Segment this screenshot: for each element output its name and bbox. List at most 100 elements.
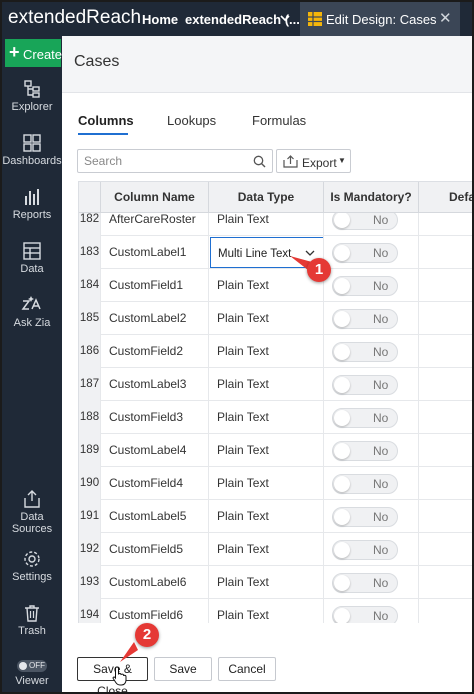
toggle-knob	[334, 443, 350, 459]
data-type-cell[interactable]: Plain Text	[209, 302, 324, 335]
default-cell[interactable]	[419, 401, 472, 434]
chevron-down-icon[interactable]	[279, 10, 291, 29]
column-name-cell[interactable]: CustomField1	[101, 269, 209, 302]
search-icon[interactable]	[253, 155, 266, 168]
tab-lookups[interactable]: Lookups	[167, 113, 216, 128]
create-button[interactable]: + Create	[5, 39, 62, 67]
mandatory-toggle[interactable]: No	[332, 342, 398, 362]
data-type-cell[interactable]: Plain Text	[209, 335, 324, 368]
data-type-cell[interactable]: Plain Text	[209, 434, 324, 467]
table-row[interactable]: 189 CustomLabel4 Plain Text No	[79, 434, 472, 467]
app-name[interactable]: extendedReach	[8, 7, 141, 29]
mandatory-toggle[interactable]: No	[332, 474, 398, 494]
search-input[interactable]	[84, 153, 244, 169]
data-type-cell[interactable]: Plain Text	[209, 467, 324, 500]
row-number: 186	[79, 335, 101, 368]
column-name-cell[interactable]: CustomLabel6	[101, 566, 209, 599]
table-row[interactable]: 194 CustomField6 Plain Text No	[79, 599, 472, 623]
data-type-cell[interactable]: Plain Text	[209, 368, 324, 401]
data-type-cell[interactable]: Plain Text	[209, 599, 324, 623]
table-row[interactable]: 193 CustomLabel6 Plain Text No	[79, 566, 472, 599]
column-name-cell[interactable]: CustomField6	[101, 599, 209, 623]
default-cell[interactable]	[419, 368, 472, 401]
header-data-type[interactable]: Data Type	[209, 182, 324, 213]
table-row[interactable]: 188 CustomField3 Plain Text No	[79, 401, 472, 434]
sidebar-item-dashboards[interactable]: Dashboards	[2, 134, 62, 167]
mandatory-toggle[interactable]: No	[332, 573, 398, 593]
tab-home[interactable]: Home	[142, 12, 178, 27]
export-button[interactable]: Export ▼	[276, 149, 351, 173]
data-type-cell[interactable]: Plain Text	[209, 533, 324, 566]
row-number: 184	[79, 269, 101, 302]
column-name-cell[interactable]: CustomLabel2	[101, 302, 209, 335]
default-cell[interactable]	[419, 213, 472, 236]
table-row[interactable]: 192 CustomField5 Plain Text No	[79, 533, 472, 566]
table-row[interactable]: 191 CustomLabel5 Plain Text No	[79, 500, 472, 533]
mandatory-toggle[interactable]: No	[332, 441, 398, 461]
default-cell[interactable]	[419, 269, 472, 302]
table-row[interactable]: 182 AfterCareRoster Plain Text No	[79, 213, 472, 236]
default-cell[interactable]	[419, 236, 472, 269]
default-cell[interactable]	[419, 335, 472, 368]
mandatory-toggle[interactable]: No	[332, 243, 398, 263]
data-type-cell[interactable]: Plain Text	[209, 566, 324, 599]
column-name-cell[interactable]: CustomField5	[101, 533, 209, 566]
column-name-cell[interactable]: CustomField2	[101, 335, 209, 368]
cancel-button[interactable]: Cancel	[218, 657, 276, 681]
table-row[interactable]: 184 CustomField1 Plain Text No	[79, 269, 472, 302]
table-row[interactable]: 185 CustomLabel2 Plain Text No	[79, 302, 472, 335]
sidebar-item-ask-zia[interactable]: Ask Zia	[2, 296, 62, 329]
sidebar-item-data[interactable]: Data	[2, 242, 62, 275]
sidebar-item-explorer[interactable]: Explorer	[2, 80, 62, 113]
mandatory-toggle[interactable]: No	[332, 408, 398, 428]
mandatory-toggle[interactable]: No	[332, 507, 398, 527]
data-type-cell[interactable]: Plain Text	[209, 500, 324, 533]
search-box[interactable]	[77, 149, 273, 173]
mandatory-toggle[interactable]: No	[332, 540, 398, 560]
tab-columns[interactable]: Columns	[78, 113, 134, 128]
header-column-name[interactable]: Column Name	[101, 182, 209, 213]
column-name-cell[interactable]: CustomLabel5	[101, 500, 209, 533]
sidebar-item-data-sources[interactable]: Data Sources	[2, 490, 62, 535]
table-row[interactable]: 186 CustomField2 Plain Text No	[79, 335, 472, 368]
column-name-cell[interactable]: AfterCareRoster	[101, 213, 209, 236]
default-cell[interactable]	[419, 566, 472, 599]
default-cell[interactable]	[419, 533, 472, 566]
default-cell[interactable]	[419, 434, 472, 467]
row-number: 185	[79, 302, 101, 335]
sidebar-item-trash[interactable]: Trash	[2, 604, 62, 637]
column-name-cell[interactable]: CustomLabel4	[101, 434, 209, 467]
save-button[interactable]: Save	[154, 657, 212, 681]
default-cell[interactable]	[419, 599, 472, 623]
sidebar-item-reports[interactable]: Reports	[2, 188, 62, 221]
default-cell[interactable]	[419, 467, 472, 500]
mandatory-toggle[interactable]: No	[332, 213, 398, 230]
mandatory-toggle[interactable]: No	[332, 309, 398, 329]
sidebar-item-viewer[interactable]: OFF Viewer	[2, 660, 62, 687]
tab-formulas[interactable]: Formulas	[252, 113, 306, 128]
column-name-cell[interactable]: CustomLabel3	[101, 368, 209, 401]
mandatory-toggle[interactable]: No	[332, 606, 398, 623]
export-label: Export	[302, 156, 337, 170]
viewer-toggle-icon[interactable]: OFF	[17, 660, 47, 672]
sidebar-item-settings[interactable]: Settings	[2, 550, 62, 583]
column-name-cell[interactable]: CustomLabel1	[101, 236, 209, 269]
data-type-cell[interactable]: Plain Text	[209, 401, 324, 434]
data-type-cell[interactable]: Plain Text	[209, 213, 324, 236]
sidebar-item-label: Data	[20, 263, 44, 275]
default-cell[interactable]	[419, 500, 472, 533]
table-row[interactable]: 183 CustomLabel1 Multi Line Text No	[79, 236, 472, 269]
header-default[interactable]: Defa	[419, 182, 472, 213]
column-name-cell[interactable]: CustomField3	[101, 401, 209, 434]
mandatory-toggle[interactable]: No	[332, 375, 398, 395]
page-title: Cases	[74, 53, 120, 70]
close-icon[interactable]: ✕	[439, 9, 452, 27]
default-cell[interactable]	[419, 302, 472, 335]
row-number: 194	[79, 599, 101, 623]
mandatory-toggle[interactable]: No	[332, 276, 398, 296]
header-is-mandatory[interactable]: Is Mandatory?	[324, 182, 419, 213]
table-row[interactable]: 187 CustomLabel3 Plain Text No	[79, 368, 472, 401]
tab-edit-design[interactable]: Edit Design: Cases ✕	[300, 2, 460, 36]
column-name-cell[interactable]: CustomField4	[101, 467, 209, 500]
table-row[interactable]: 190 CustomField4 Plain Text No	[79, 467, 472, 500]
